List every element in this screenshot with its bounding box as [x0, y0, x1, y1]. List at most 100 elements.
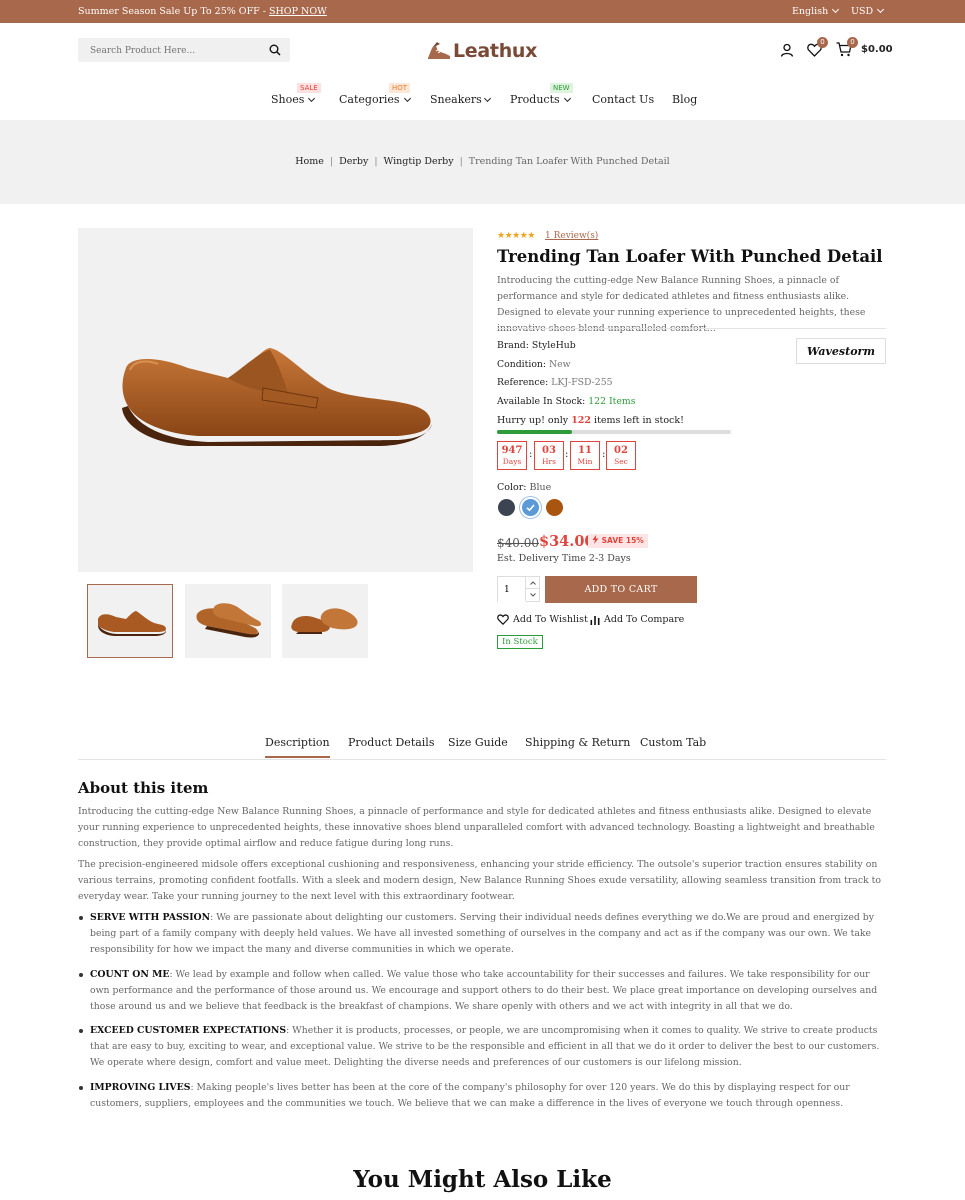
- stock-progress-fill: [497, 430, 572, 434]
- site-logo[interactable]: Leathux: [426, 38, 537, 64]
- breadcrumb-separator: |: [459, 156, 463, 167]
- countdown-unit: Sec: [614, 457, 628, 466]
- related-products-heading: You Might Also Like: [353, 1166, 612, 1193]
- new-tag: NEW: [550, 83, 573, 93]
- search-input[interactable]: [78, 39, 253, 63]
- countdown-value: 947: [501, 445, 523, 456]
- hurry-count: 122: [571, 415, 592, 426]
- tab-custom[interactable]: Custom Tab: [640, 736, 706, 749]
- top-bar: Summer Season Sale Up To 25% OFF - SHOP …: [0, 0, 965, 23]
- quantity-input[interactable]: [498, 578, 526, 602]
- countdown-unit: Min: [577, 457, 593, 466]
- tab-description[interactable]: Description: [265, 736, 330, 758]
- shoe-pair-thumbnail: [196, 603, 262, 638]
- countdown-seconds: 02 Sec: [606, 441, 636, 470]
- bullet-title: SERVE WITH PASSION: [90, 912, 211, 923]
- breadcrumb-wingtip-derby[interactable]: Wingtip Derby: [384, 156, 454, 167]
- currency-label: USD: [851, 6, 874, 17]
- add-to-wishlist-link[interactable]: Add To Wishlist: [497, 614, 588, 625]
- countdown-value: 02: [614, 445, 628, 456]
- breadcrumb-separator: |: [329, 156, 334, 167]
- list-item: IMPROVING LIVES: Making people's lives b…: [79, 1080, 886, 1112]
- countdown-separator: :: [602, 449, 606, 460]
- wishlist-button[interactable]: 0: [807, 37, 828, 61]
- language-selector[interactable]: English: [792, 5, 840, 17]
- condition-row: Condition: New: [497, 359, 571, 370]
- quantity-decrease-button[interactable]: [525, 589, 539, 601]
- reference-label: Reference:: [497, 377, 549, 388]
- language-label: English: [792, 6, 829, 17]
- shoe-side-thumbnail: [98, 611, 166, 636]
- color-swatch-brown[interactable]: [546, 499, 563, 516]
- nav-item-blog[interactable]: Blog: [672, 93, 697, 106]
- quantity-stepper: [497, 576, 540, 602]
- color-swatch-dark-gray[interactable]: [498, 499, 515, 516]
- nav-item-contact[interactable]: Contact Us: [592, 93, 654, 106]
- condition-value: New: [549, 359, 571, 370]
- chevron-down-icon: [529, 593, 536, 597]
- currency-selector[interactable]: USD: [851, 5, 885, 17]
- add-to-cart-button[interactable]: ADD TO CART: [545, 576, 697, 603]
- chevron-down-icon: [832, 5, 840, 14]
- reviews-link[interactable]: 1 Review(s): [545, 231, 598, 241]
- add-to-compare-link[interactable]: Add To Compare: [590, 614, 684, 625]
- quantity-increase-button[interactable]: [525, 577, 539, 589]
- svg-text:Wavestorm: Wavestorm: [807, 345, 875, 358]
- breadcrumb-current: Trending Tan Loafer With Punched Detail: [468, 156, 670, 167]
- bullet-text: : We lead by example and follow when cal…: [90, 969, 878, 1012]
- logo-text: Leathux: [453, 40, 538, 62]
- description-paragraph: Introducing the cutting-edge New Balance…: [78, 806, 875, 849]
- countdown-unit: Hrs: [542, 457, 556, 466]
- breadcrumb: Home | Derby | Wingtip Derby | Trending Tan Lo…: [0, 156, 965, 167]
- bar-chart-icon: [590, 615, 600, 625]
- color-swatch-blue[interactable]: [522, 499, 539, 516]
- tab-product-details[interactable]: Product Details: [348, 736, 434, 749]
- sale-price: $34.00: [539, 533, 595, 550]
- in-stock-badge: In Stock: [497, 635, 543, 649]
- search-icon[interactable]: [269, 44, 281, 56]
- tab-size-guide[interactable]: Size Guide: [448, 736, 508, 749]
- brand-logo[interactable]: Wavestorm: [796, 338, 886, 364]
- wishlist-count-badge: 0: [817, 37, 828, 48]
- brand-value: StyleHub: [531, 340, 576, 351]
- account-button[interactable]: [780, 42, 794, 61]
- cart-button[interactable]: 0: [836, 37, 858, 61]
- loafer-shoe-image: [122, 348, 432, 446]
- nav-item-shoes[interactable]: Shoes: [271, 93, 316, 106]
- description-paragraph: The precision-engineered midsole offers …: [78, 859, 881, 902]
- chevron-down-icon: [483, 94, 491, 103]
- tab-shipping-return[interactable]: Shipping & Return: [525, 736, 630, 749]
- thumbnail-3[interactable]: [282, 584, 368, 658]
- nav-item-categories[interactable]: Categories: [339, 93, 411, 106]
- save-label: SAVE 15%: [601, 536, 644, 545]
- thumbnail-2[interactable]: [185, 584, 271, 658]
- countdown-days: 947 Days: [497, 441, 527, 470]
- promo-banner: Summer Season Sale Up To 25% OFF - SHOP …: [78, 6, 327, 17]
- main-product-image[interactable]: [78, 228, 473, 572]
- color-label: Color: Blue: [497, 482, 551, 493]
- nav-item-products[interactable]: Products: [510, 93, 571, 106]
- sale-tag: SALE: [297, 83, 321, 93]
- bullet-text: : Making people's lives better has been …: [90, 1082, 850, 1109]
- product-title: Trending Tan Loafer With Punched Detail: [497, 247, 883, 266]
- search-box: [78, 38, 290, 63]
- chevron-up-icon: [529, 580, 536, 585]
- breadcrumb-home[interactable]: Home: [295, 156, 324, 167]
- shoe-logo-icon: [428, 42, 450, 59]
- hurry-message: Hurry up! only 122 items left in stock!: [497, 415, 684, 426]
- shop-now-link[interactable]: SHOP NOW: [269, 6, 327, 17]
- reference-value: LKJ-FSD-255: [551, 377, 613, 388]
- nav-item-sneakers[interactable]: Sneakers: [430, 93, 491, 106]
- hurry-prefix: Hurry up! only: [497, 415, 572, 426]
- compare-label: Add To Compare: [604, 614, 685, 625]
- hot-tag: HOT: [389, 83, 411, 93]
- thumbnail-1[interactable]: [87, 584, 173, 658]
- countdown-hours: 03 Hrs: [534, 441, 564, 470]
- color-value: Blue: [529, 482, 552, 493]
- breadcrumb-derby[interactable]: Derby: [339, 156, 368, 167]
- bullet-title: EXCEED CUSTOMER EXPECTATIONS: [90, 1025, 287, 1036]
- list-item: COUNT ON ME: We lead by example and foll…: [79, 967, 886, 1015]
- color-label-text: Color:: [497, 482, 527, 493]
- wishlist-label: Add To Wishlist: [513, 614, 588, 625]
- tabs-divider: [78, 759, 886, 760]
